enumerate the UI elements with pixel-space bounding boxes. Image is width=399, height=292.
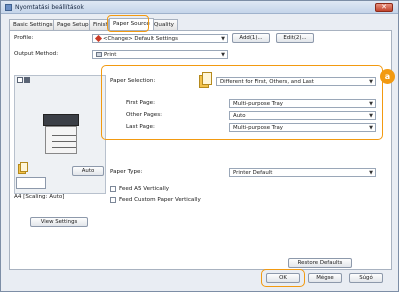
chevron-down-icon: ▼ bbox=[221, 52, 225, 58]
help-button[interactable]: Súgó bbox=[349, 273, 383, 283]
paper-view-icon[interactable] bbox=[17, 77, 23, 83]
chevron-down-icon: ▼ bbox=[369, 170, 373, 176]
title-bar: Nyomtatási beállítások ✕ bbox=[1, 1, 398, 14]
tab-highlight-frame bbox=[107, 15, 149, 32]
output-method-dropdown[interactable]: Print ▼ bbox=[92, 50, 228, 59]
restore-defaults-button[interactable]: Restore Defaults bbox=[288, 258, 352, 268]
print-icon bbox=[96, 52, 102, 57]
printer-tray bbox=[52, 147, 76, 148]
cancel-button[interactable]: Mégse bbox=[308, 273, 342, 283]
paper-type-label: Paper Type: bbox=[110, 169, 143, 175]
window-title: Nyomtatási beállítások bbox=[15, 4, 84, 11]
output-method-value: Print bbox=[104, 52, 117, 58]
printer-image bbox=[43, 114, 79, 154]
printer-top bbox=[43, 114, 79, 126]
output-method-label: Output Method: bbox=[14, 51, 59, 57]
feed-custom-checkbox[interactable] bbox=[110, 197, 116, 203]
profile-dropdown[interactable]: <Change> Default Settings ▼ bbox=[92, 34, 228, 43]
printer-view-icon[interactable] bbox=[24, 77, 30, 83]
tab-quality[interactable]: Quality bbox=[150, 19, 178, 30]
paper-stack-icon bbox=[18, 162, 28, 174]
scaling-text: A4 [Scaling: Auto] bbox=[14, 194, 65, 200]
ok-highlight-frame bbox=[261, 269, 305, 287]
auto-button[interactable]: Auto bbox=[72, 166, 104, 176]
profile-value: <Change> Default Settings bbox=[103, 36, 178, 42]
tab-finishing[interactable]: Finishing bbox=[89, 19, 109, 30]
document-icons[interactable] bbox=[16, 177, 46, 189]
edit-profile-button[interactable]: Edit(2)... bbox=[276, 33, 314, 43]
printer-settings-dialog: Nyomtatási beállítások ✕ Basic Settings … bbox=[0, 0, 399, 292]
paper-selection-highlight-frame bbox=[101, 65, 383, 140]
paper-sheet bbox=[20, 162, 28, 172]
printer-body bbox=[45, 126, 77, 154]
tab-basic-settings[interactable]: Basic Settings bbox=[9, 19, 57, 30]
feed-custom-label: Feed Custom Paper Vertically bbox=[119, 197, 201, 203]
paper-type-dropdown[interactable]: Printer Default ▼ bbox=[229, 168, 376, 177]
profile-label: Profile: bbox=[14, 35, 34, 41]
printer-tray bbox=[52, 135, 76, 136]
tab-page-setup[interactable]: Page Setup bbox=[53, 19, 93, 30]
view-settings-button[interactable]: View Settings bbox=[30, 217, 88, 227]
close-button[interactable]: ✕ bbox=[375, 3, 393, 12]
feed-a5-label: Feed A5 Vertically bbox=[119, 186, 170, 192]
chevron-down-icon: ▼ bbox=[221, 36, 225, 42]
add-profile-button[interactable]: Add(1)... bbox=[232, 33, 270, 43]
callout-badge: a bbox=[380, 69, 395, 84]
printer-app-icon bbox=[5, 4, 12, 11]
printer-tray bbox=[52, 141, 76, 142]
paper-type-value: Printer Default bbox=[233, 170, 273, 176]
feed-a5-checkbox[interactable] bbox=[110, 186, 116, 192]
pen-icon bbox=[94, 35, 103, 42]
